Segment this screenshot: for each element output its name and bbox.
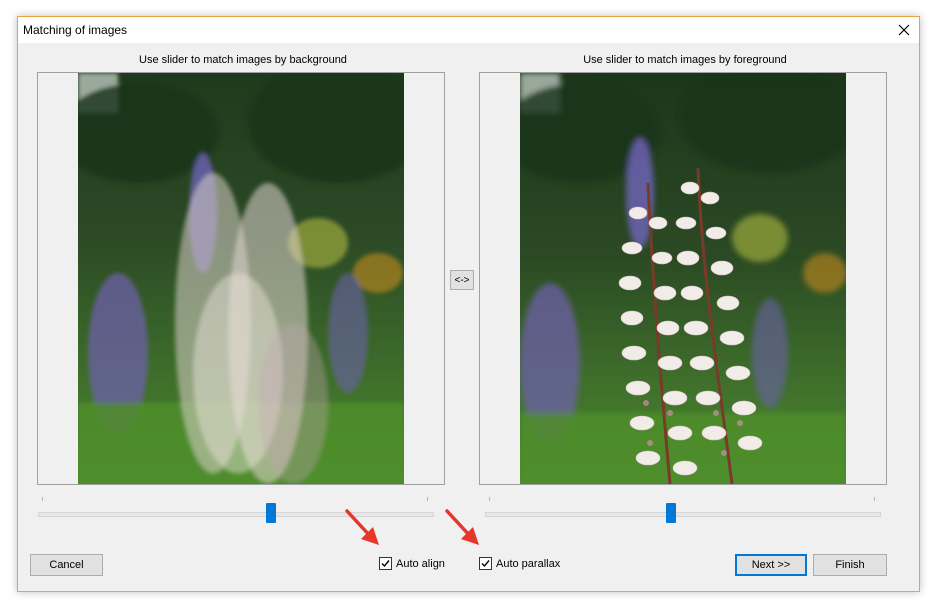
swap-images-button[interactable]: <-> — [450, 270, 474, 290]
window-title: Matching of images — [23, 23, 128, 37]
background-match-panel — [37, 72, 445, 485]
checkmark-icon — [481, 560, 490, 568]
background-match-image — [78, 73, 404, 484]
close-icon — [898, 24, 910, 36]
auto-parallax-label: Auto parallax — [496, 557, 561, 570]
annotation-arrow-icon — [345, 509, 379, 545]
slider-tick — [427, 497, 428, 501]
close-button[interactable] — [889, 17, 919, 43]
checkbox-box[interactable] — [379, 557, 392, 570]
slider-tick — [874, 497, 875, 501]
auto-align-checkbox[interactable]: Auto align — [379, 557, 445, 570]
checkmark-icon — [381, 560, 390, 568]
slider-thumb[interactable] — [266, 503, 276, 523]
auto-parallax-checkbox[interactable]: Auto parallax — [479, 557, 560, 570]
right-panel-caption: Use slider to match images by foreground — [583, 54, 787, 66]
finish-button[interactable]: Finish — [813, 554, 887, 576]
foreground-match-panel — [479, 72, 887, 485]
auto-align-label: Auto align — [396, 557, 445, 570]
left-panel-caption: Use slider to match images by background — [139, 54, 347, 66]
cancel-button[interactable]: Cancel — [30, 554, 103, 576]
next-button[interactable]: Next >> — [735, 554, 807, 576]
title-bar: Matching of images — [18, 17, 919, 43]
annotation-arrow-icon — [445, 509, 479, 545]
foreground-slider[interactable] — [485, 497, 881, 529]
slider-tick — [42, 497, 43, 501]
slider-track[interactable] — [485, 512, 881, 517]
checkbox-box[interactable] — [479, 557, 492, 570]
slider-tick — [489, 497, 490, 501]
foreground-match-image — [520, 73, 846, 484]
slider-thumb[interactable] — [666, 503, 676, 523]
matching-dialog: Matching of images Use slider to match i… — [17, 16, 920, 592]
